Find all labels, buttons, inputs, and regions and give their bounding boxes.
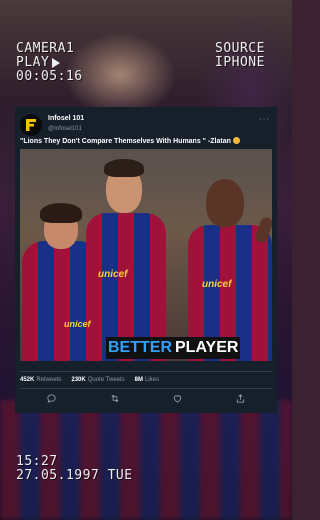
clock-time: 15:27: [16, 454, 58, 469]
tweet-photo[interactable]: unicef unicef unicef BETTER PLAYER: [20, 149, 272, 361]
retweet-icon[interactable]: [108, 391, 122, 405]
photo-caption: BETTER PLAYER: [106, 337, 241, 359]
play-label: PLAY: [16, 55, 50, 70]
play-indicator: PLAY: [16, 55, 61, 70]
tweet-text: "Lions They Don't Compare Themselves Wit…: [20, 138, 231, 145]
tweet-actions: [20, 388, 272, 407]
tweet-stats: 452K Retweets 230K Quote Tweets 8M Likes: [20, 371, 272, 388]
clock-date: 27.05.1997 TUE: [16, 468, 133, 483]
tweet-text-row: "Lions They Don't Compare Themselves Wit…: [20, 137, 272, 145]
sponsor-right: unicef: [202, 279, 232, 290]
timecode: 00:05:16: [16, 69, 83, 84]
likes-stat[interactable]: 8M Likes: [135, 377, 159, 383]
tweet-card: Infosel 101 @Infosel101 ··· "Lions They …: [15, 107, 277, 413]
player-right-head: [206, 179, 244, 227]
like-icon[interactable]: [171, 391, 185, 405]
reply-icon[interactable]: [45, 391, 59, 405]
source-label: SOURCE: [215, 41, 265, 56]
retweets-stat[interactable]: 452K Retweets: [20, 377, 61, 383]
infosel-logo-icon: [26, 119, 36, 131]
sponsor-left: unicef: [64, 319, 91, 329]
player-left-hair: [40, 203, 82, 223]
sponsor-center: unicef: [98, 269, 128, 280]
caption-player: PLAYER: [175, 339, 239, 356]
play-icon: [52, 58, 61, 68]
quotes-stat[interactable]: 230K Quote Tweets: [71, 377, 124, 383]
grinning-face-emoji: [232, 137, 240, 144]
source-value: IPHONE: [215, 55, 265, 70]
display-name[interactable]: Infosel 101: [48, 115, 84, 122]
avatar[interactable]: [20, 114, 42, 136]
player-center-hair: [104, 159, 144, 177]
more-dots-icon[interactable]: ···: [259, 115, 270, 124]
camera-label: CAMERA1: [16, 41, 75, 56]
user-handle[interactable]: @Infosel101: [48, 126, 82, 132]
caption-better: BETTER: [108, 339, 172, 356]
share-icon[interactable]: [234, 391, 248, 405]
